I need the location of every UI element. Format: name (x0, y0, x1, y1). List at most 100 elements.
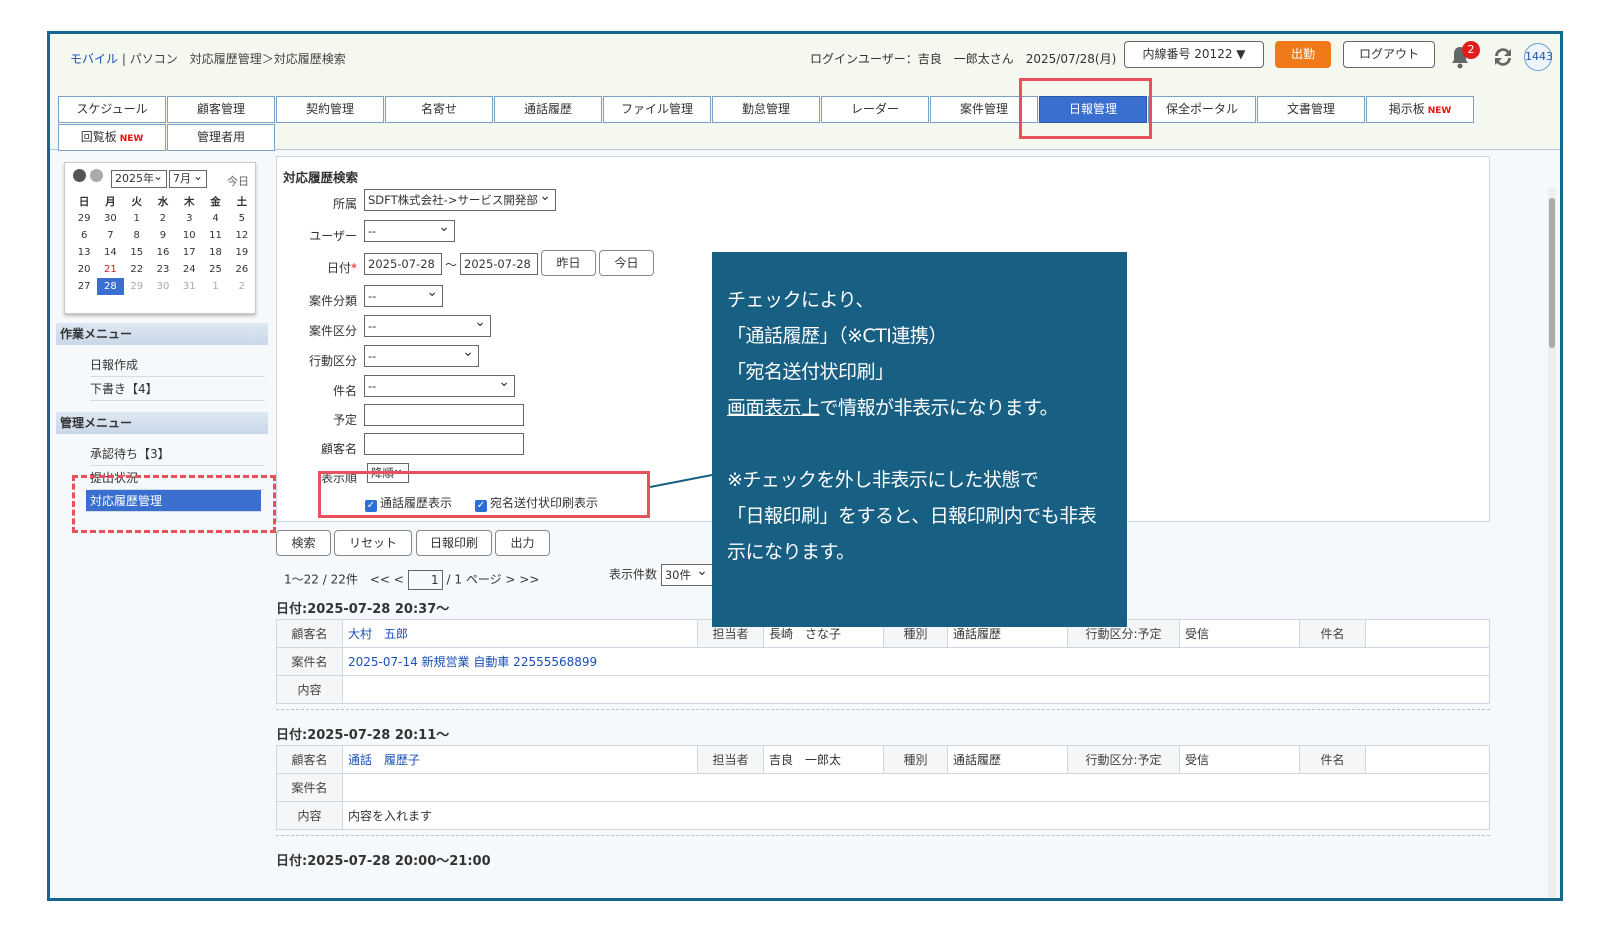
next-month-icon[interactable] (90, 169, 103, 182)
day-selected[interactable]: 28 (97, 278, 124, 295)
day[interactable]: 17 (176, 244, 202, 261)
calendar-nav (73, 169, 107, 185)
day[interactable]: 22 (124, 261, 150, 278)
day[interactable]: 16 (150, 244, 176, 261)
day[interactable]: 18 (202, 244, 228, 261)
day[interactable]: 2 (150, 210, 176, 227)
calendar-today-button[interactable]: 今日 (227, 173, 249, 189)
case-link[interactable]: 2025-07-14 新規営業 自動車 22555568899 (342, 647, 1490, 676)
tab-schedule[interactable]: スケジュール (58, 96, 166, 123)
day[interactable]: 29 (71, 210, 97, 227)
pager-next[interactable]: > >> (505, 573, 539, 587)
customer-link[interactable]: 大村 五郎 (342, 619, 698, 648)
extension-select[interactable]: 内線番号 20122 ▼ (1124, 41, 1264, 68)
case-type-select[interactable]: -- (364, 282, 443, 307)
day[interactable]: 19 (229, 244, 255, 261)
callout-line: 「日報印刷」をすると、日報印刷内でも非表 (727, 505, 1097, 527)
day[interactable]: 1 (202, 278, 228, 295)
tab-documents[interactable]: 文書管理 (1257, 96, 1365, 123)
day[interactable]: 10 (176, 227, 202, 244)
entry-heading: 日付:2025-07-28 20:11～ (276, 728, 450, 743)
day[interactable]: 24 (176, 261, 202, 278)
day[interactable]: 6 (71, 227, 97, 244)
sidebar-item-pending[interactable]: 承認待ち【3】 (90, 442, 265, 466)
callout-note: チェックにより、 「通話履歴」（※CTI連携） 「宛名送付状印刷」 画面表示上で… (712, 252, 1127, 627)
today-button[interactable]: 今日 (599, 250, 654, 276)
refresh-icon[interactable] (1490, 44, 1516, 70)
tab-file[interactable]: ファイル管理 (603, 96, 711, 123)
sidebar-item-create-report[interactable]: 日報作成 (90, 353, 265, 377)
callout-line: 示になります。 (727, 541, 855, 563)
tab-call-history[interactable]: 通話履歴 (494, 96, 602, 123)
case-div-select[interactable]: -- (364, 312, 491, 337)
logout-button[interactable]: ログアウト (1343, 41, 1435, 68)
day[interactable]: 8 (124, 227, 150, 244)
day[interactable]: 14 (97, 244, 123, 261)
day[interactable]: 23 (150, 261, 176, 278)
date-from-input[interactable]: 2025-07-28 (364, 253, 442, 275)
day[interactable]: 5 (229, 210, 255, 227)
user-select[interactable]: -- (364, 217, 455, 242)
day[interactable]: 3 (176, 210, 202, 227)
print-report-button[interactable]: 日報印刷 (416, 530, 492, 556)
tab-attendance[interactable]: 勤怠管理 (712, 96, 820, 123)
tab-contract[interactable]: 契約管理 (276, 96, 384, 123)
per-page-select[interactable]: 30件 (660, 561, 713, 586)
day[interactable]: 9 (150, 227, 176, 244)
day[interactable]: 25 (202, 261, 228, 278)
tab-name-merge[interactable]: 名寄せ (385, 96, 493, 123)
pc-link[interactable]: パソコン (130, 52, 178, 66)
day[interactable]: 15 (124, 244, 150, 261)
day[interactable]: 7 (97, 227, 123, 244)
year-select[interactable]: 2025年 (111, 168, 167, 188)
reset-button[interactable]: リセット (334, 530, 412, 556)
callout-line: ※チェックを外し非表示にした状態で (727, 469, 1039, 491)
yesterday-button[interactable]: 昨日 (541, 250, 596, 276)
mobile-link[interactable]: モバイル (70, 52, 118, 66)
tab-bulletin[interactable]: 掲示板 NEW (1366, 96, 1474, 123)
day[interactable]: 30 (150, 278, 176, 295)
day[interactable]: 27 (71, 278, 97, 295)
customer-input[interactable] (364, 433, 524, 455)
output-button[interactable]: 出力 (495, 530, 550, 556)
scrollbar-thumb[interactable] (1549, 198, 1555, 348)
subject-select[interactable]: -- (364, 372, 515, 397)
tab-admin[interactable]: 管理者用 (167, 124, 275, 151)
user-id-badge[interactable]: 1443 (1524, 43, 1553, 71)
day[interactable]: 26 (229, 261, 255, 278)
pager: 1～22 / 22件 << < 1 / 1 ページ > >> (284, 570, 539, 590)
tab-maintenance-portal[interactable]: 保全ポータル (1148, 96, 1256, 123)
search-button[interactable]: 検索 (276, 530, 331, 556)
day[interactable]: 12 (229, 227, 255, 244)
dept-select[interactable]: SDFT株式会社->サービス開発部 (364, 186, 556, 211)
day[interactable]: 30 (97, 210, 123, 227)
customer-link[interactable]: 通話 履歴子 (342, 745, 698, 774)
callout-line-rest: で情報が非表示になります。 (819, 397, 1059, 419)
day[interactable]: 29 (124, 278, 150, 295)
scrollbar[interactable] (1548, 188, 1556, 898)
plan-input[interactable] (364, 404, 524, 426)
tab-radar[interactable]: レーダー (821, 96, 929, 123)
day-holiday[interactable]: 21 (97, 261, 123, 278)
pager-prev[interactable]: << < (370, 573, 404, 587)
day[interactable]: 31 (176, 278, 202, 295)
new-badge: NEW (119, 134, 144, 144)
day[interactable]: 1 (124, 210, 150, 227)
date-to-input[interactable]: 2025-07-28 (460, 253, 538, 275)
day[interactable]: 13 (71, 244, 97, 261)
customer-key: 顧客名 (276, 619, 343, 648)
weekday: 月 (105, 196, 116, 208)
clock-out-button[interactable]: 出勤 (1275, 41, 1331, 68)
tab-bulletin-label: 掲示板 (1388, 102, 1425, 116)
day[interactable]: 11 (202, 227, 228, 244)
action-select[interactable]: -- (364, 342, 479, 367)
day[interactable]: 2 (229, 278, 255, 295)
sidebar-item-drafts[interactable]: 下書き【4】 (90, 377, 265, 401)
day[interactable]: 20 (71, 261, 97, 278)
page-input[interactable]: 1 (407, 570, 443, 590)
tab-circular[interactable]: 回覧板 NEW (58, 124, 166, 151)
tab-customer[interactable]: 顧客管理 (167, 96, 275, 123)
day[interactable]: 4 (202, 210, 228, 227)
prev-month-icon[interactable] (73, 169, 86, 182)
month-select[interactable]: 7月 (169, 168, 207, 188)
